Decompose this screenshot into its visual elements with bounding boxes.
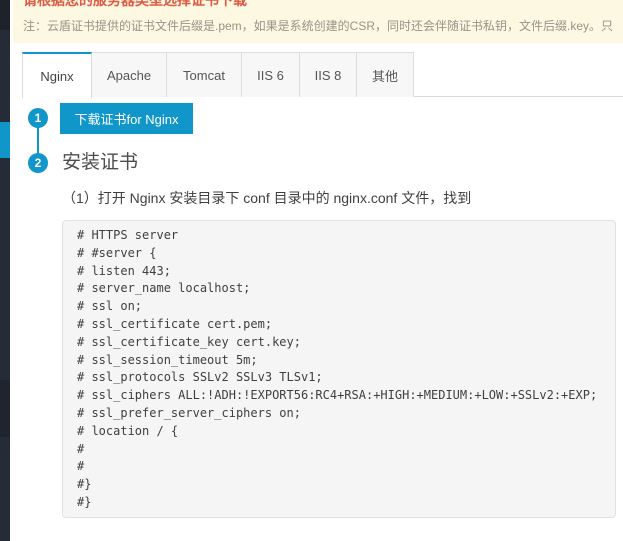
download-certificate-button[interactable]: 下载证书for Nginx — [60, 103, 193, 134]
sidebar-edge-mid-segment — [0, 380, 10, 437]
notice-note-text: 注：云盾证书提供的证书文件后缀是.pem，如果是系统创建的CSR，同时还会伴随证… — [23, 18, 623, 35]
step-connector-line — [37, 127, 39, 154]
sidebar-scrollbar-thumb[interactable] — [0, 122, 10, 158]
code-line: # — [77, 458, 603, 476]
notice-box: 请根据您的服务器类型选择证书下载 注：云盾证书提供的证书文件后缀是.pem，如果… — [13, 0, 623, 43]
code-line: # location / { — [77, 423, 603, 441]
page: { "page": { "accent_color": "#1196c9", "… — [0, 0, 623, 541]
tab-tomcat[interactable]: Tomcat — [167, 52, 242, 97]
tab-iis6[interactable]: IIS 6 — [242, 52, 300, 97]
tab-other[interactable]: 其他 — [357, 52, 414, 97]
code-line: # ssl_protocols SSLv2 SSLv3 TLSv1; — [77, 369, 603, 387]
sidebar-edge-top-segment — [0, 0, 10, 30]
code-line: # — [77, 441, 603, 459]
code-line: #} — [77, 476, 603, 494]
install-instruction-text: （1）打开 Nginx 安装目录下 conf 目录中的 nginx.conf 文… — [62, 189, 471, 208]
code-line: #} — [77, 494, 603, 512]
code-line: # ssl_ciphers ALL:!ADH:!EXPORT56:RC4+RSA… — [77, 387, 603, 405]
sidebar-edge — [0, 0, 10, 541]
code-line: # ssl_prefer_server_ciphers on; — [77, 405, 603, 423]
step-2-badge: 2 — [28, 153, 48, 173]
code-line: # listen 443; — [77, 263, 603, 281]
code-line: # server_name localhost; — [77, 280, 603, 298]
code-line: # ssl_certificate cert.pem; — [77, 316, 603, 334]
code-line: # ssl_certificate_key cert.key; — [77, 334, 603, 352]
code-line: # ssl_session_timeout 5m; — [77, 352, 603, 370]
code-line: # HTTPS server — [77, 227, 603, 245]
step-1-badge: 1 — [28, 108, 48, 128]
code-line: # ssl on; — [77, 298, 603, 316]
install-certificate-title: 安装证书 — [62, 152, 138, 174]
nginx-conf-code-block[interactable]: # HTTPS server # #server { # listen 443;… — [62, 220, 616, 518]
server-type-tabbar: Nginx Apache Tomcat IIS 6 IIS 8 其他 — [22, 52, 623, 97]
tab-apache[interactable]: Apache — [92, 52, 167, 97]
tab-nginx[interactable]: Nginx — [22, 52, 92, 98]
code-line: # #server { — [77, 245, 603, 263]
tab-iis8[interactable]: IIS 8 — [300, 52, 357, 97]
notice-warning-text: 请根据您的服务器类型选择证书下载 — [23, 0, 623, 10]
